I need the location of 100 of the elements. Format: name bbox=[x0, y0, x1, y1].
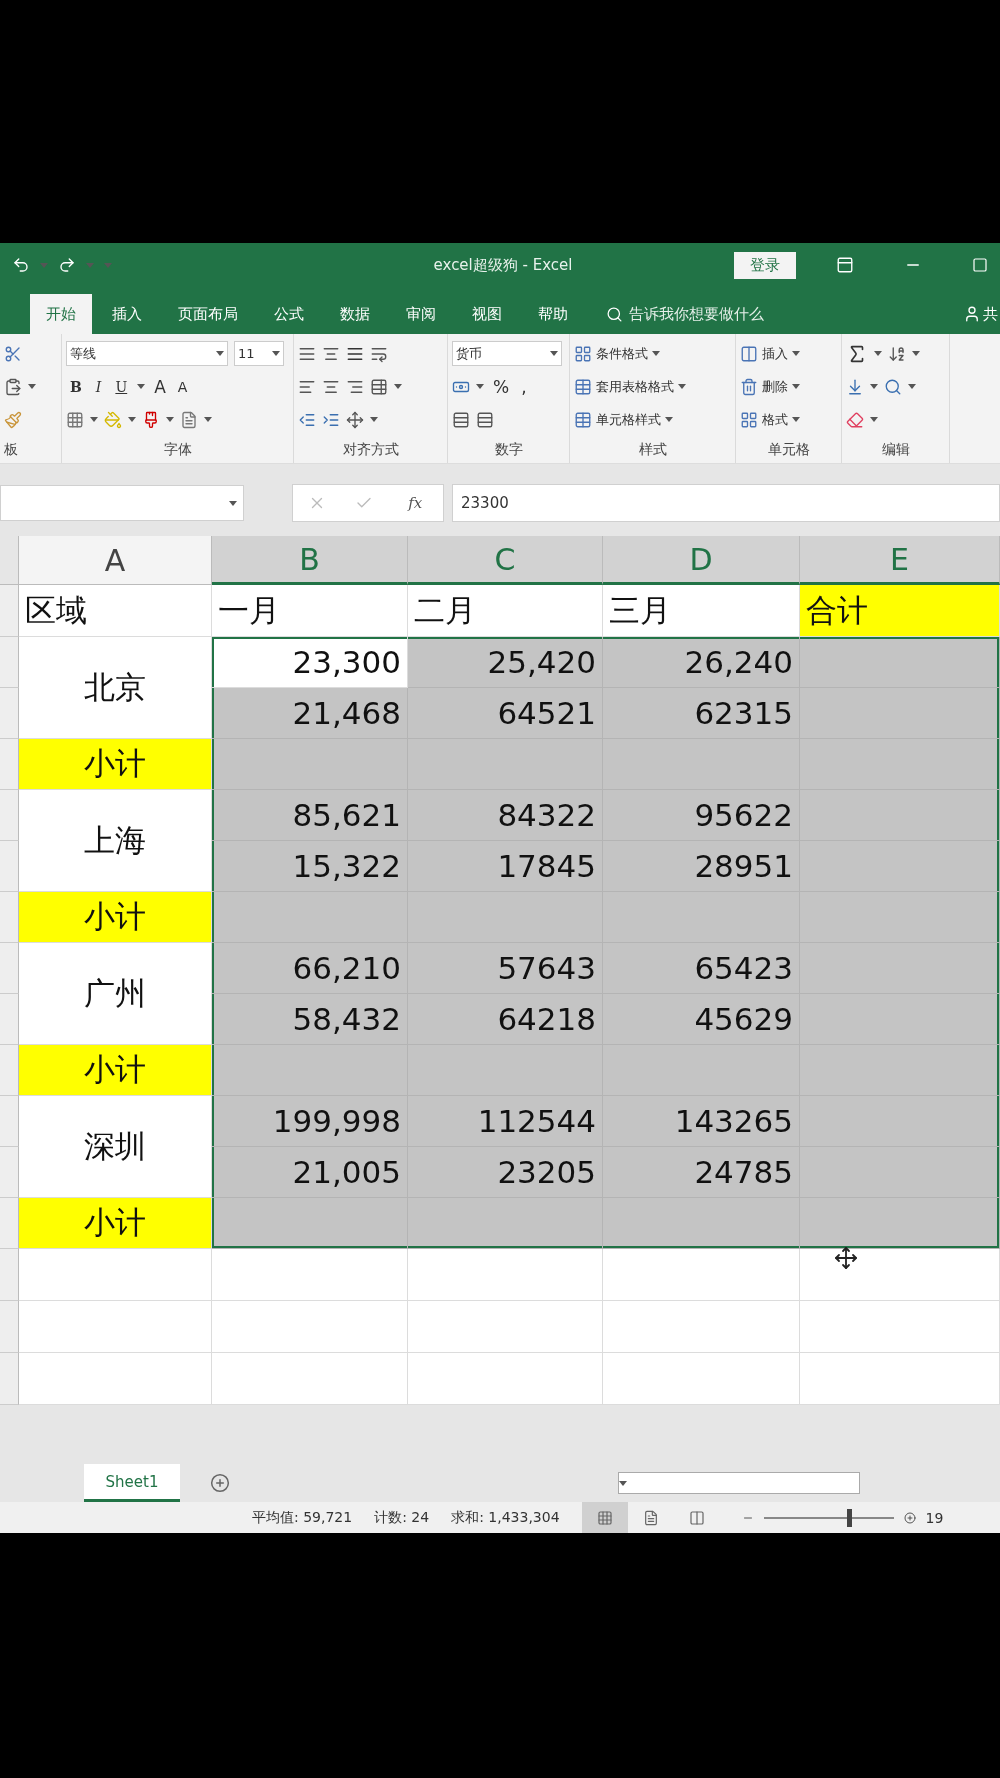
increase-decimal-icon[interactable] bbox=[452, 410, 470, 429]
share-button[interactable]: 共 bbox=[957, 294, 1000, 335]
sheet-tab[interactable]: Sheet1 bbox=[84, 1464, 180, 1502]
format-button[interactable]: B bbox=[66, 378, 86, 395]
caret-icon[interactable] bbox=[476, 384, 484, 390]
ribbon-tab[interactable]: 公式 bbox=[258, 294, 320, 335]
caret-icon[interactable] bbox=[912, 351, 920, 357]
redo-icon[interactable] bbox=[58, 256, 76, 275]
caret-icon[interactable] bbox=[792, 351, 800, 357]
login-button[interactable]: 登录 bbox=[734, 251, 796, 279]
copy-icon[interactable] bbox=[4, 377, 22, 396]
cells-button[interactable]: 格式 bbox=[740, 406, 837, 434]
horizontal-scrollbar[interactable] bbox=[618, 1472, 860, 1495]
table-cell: 北京 bbox=[19, 637, 212, 740]
ribbon-tab[interactable]: 页面布局 bbox=[162, 294, 254, 335]
caret-icon[interactable] bbox=[550, 351, 558, 357]
search-icon[interactable] bbox=[884, 377, 902, 396]
column-header[interactable]: B bbox=[212, 536, 408, 586]
orientation-icon[interactable] bbox=[346, 410, 364, 429]
styles-button[interactable]: 套用表格格式 bbox=[574, 373, 731, 401]
caret-icon[interactable] bbox=[216, 351, 224, 357]
format-button[interactable]: I bbox=[91, 378, 106, 395]
caret-icon[interactable] bbox=[137, 384, 146, 390]
tell-me-search[interactable]: 告诉我你想要做什么 bbox=[600, 294, 770, 335]
caret-icon[interactable] bbox=[870, 384, 878, 390]
sort-icon[interactable] bbox=[888, 344, 906, 363]
column-header[interactable]: A bbox=[19, 536, 212, 586]
caret-icon[interactable] bbox=[792, 384, 800, 390]
add-sheet-icon[interactable] bbox=[210, 1473, 230, 1494]
caret-icon[interactable] bbox=[792, 417, 800, 423]
column-header[interactable]: E bbox=[800, 536, 1000, 586]
table-cell: 15,322 bbox=[212, 841, 408, 893]
caret-icon[interactable] bbox=[370, 417, 378, 423]
formula-field[interactable]: 23300 bbox=[452, 484, 1000, 523]
insert-function-button[interactable]: fx bbox=[402, 493, 429, 514]
caret-icon[interactable] bbox=[870, 417, 878, 423]
cells-icon bbox=[740, 344, 758, 363]
maximize-icon[interactable] bbox=[972, 257, 988, 274]
caret-icon[interactable] bbox=[619, 1480, 627, 1486]
group-label: 对齐方式 bbox=[341, 440, 400, 459]
table-cell: 24785 bbox=[603, 1147, 800, 1199]
merge-icon[interactable] bbox=[370, 377, 388, 396]
eraser-icon[interactable] bbox=[846, 410, 864, 429]
caret-icon[interactable] bbox=[28, 384, 36, 390]
column-header[interactable]: D bbox=[603, 536, 800, 586]
format-button[interactable]: U bbox=[111, 378, 132, 395]
caret-icon[interactable] bbox=[678, 384, 686, 390]
styles-button[interactable]: 单元格样式 bbox=[574, 406, 731, 434]
caret-icon[interactable] bbox=[166, 417, 174, 423]
status-sum: 求和: 1,433,304 bbox=[451, 1508, 560, 1527]
ribbon-tab[interactable]: 帮助 bbox=[522, 294, 584, 335]
caret-icon[interactable] bbox=[90, 417, 98, 423]
table-cell: 21,468 bbox=[212, 688, 408, 740]
font-size-field[interactable]: 11 bbox=[234, 341, 284, 367]
shrink-font-button[interactable]: A bbox=[174, 378, 191, 395]
fill-color-icon[interactable] bbox=[104, 410, 122, 429]
ribbon-tab[interactable]: 视图 bbox=[456, 294, 518, 335]
percent-button[interactable]: % bbox=[490, 376, 513, 397]
zoom-in-icon[interactable] bbox=[903, 1511, 916, 1524]
cells-button[interactable]: 插入 bbox=[740, 340, 837, 368]
decrease-decimal-icon[interactable] bbox=[476, 410, 494, 429]
slider-thumb[interactable] bbox=[846, 1508, 852, 1527]
table-cell: 45629 bbox=[603, 994, 800, 1046]
table-cell: 66,210 bbox=[212, 943, 408, 995]
ribbon-tab[interactable]: 插入 bbox=[96, 294, 158, 335]
caret-icon[interactable] bbox=[665, 417, 673, 423]
table-cell: 199,998 bbox=[212, 1096, 408, 1148]
phonetic-icon[interactable] bbox=[180, 410, 198, 429]
caret-icon[interactable] bbox=[908, 384, 916, 390]
window-title: excel超级狗 - Excel bbox=[432, 255, 574, 275]
caret-icon[interactable] bbox=[128, 417, 136, 423]
caret-icon[interactable] bbox=[874, 351, 882, 357]
number-format-field[interactable]: 货币 bbox=[452, 341, 562, 367]
font-color-icon[interactable] bbox=[142, 410, 160, 429]
status-average: 平均值: 59,721 bbox=[252, 1508, 353, 1527]
borders-icon[interactable] bbox=[66, 410, 84, 429]
fill-down-icon[interactable] bbox=[846, 377, 864, 396]
undo-icon[interactable] bbox=[12, 256, 30, 275]
ribbon-tab[interactable]: 开始 bbox=[30, 294, 92, 335]
ribbon-display-icon[interactable] bbox=[836, 256, 854, 275]
normal-view-button[interactable] bbox=[581, 1502, 628, 1533]
caret-icon[interactable] bbox=[652, 351, 660, 357]
styles-button[interactable]: 条件格式 bbox=[574, 340, 731, 368]
ribbon-tab[interactable]: 数据 bbox=[324, 294, 386, 335]
column-header[interactable]: C bbox=[408, 536, 603, 586]
comma-button[interactable]: , bbox=[518, 376, 530, 397]
table-cell: 合计 bbox=[800, 585, 1000, 638]
caret-icon[interactable] bbox=[394, 384, 402, 390]
table-cell: 上海 bbox=[19, 790, 212, 893]
caret-icon[interactable] bbox=[229, 500, 237, 506]
caret-icon[interactable] bbox=[204, 417, 212, 423]
cells-icon bbox=[740, 377, 758, 396]
cells-button[interactable]: 删除 bbox=[740, 373, 837, 401]
grow-font-button[interactable]: A bbox=[151, 376, 169, 397]
page-icon bbox=[642, 1509, 659, 1526]
table-style-icon bbox=[574, 410, 592, 429]
ribbon-tab[interactable]: 审阅 bbox=[390, 294, 452, 335]
font-name-field[interactable]: 等线 bbox=[66, 341, 228, 367]
scissors-icon[interactable] bbox=[4, 344, 22, 363]
caret-icon[interactable] bbox=[272, 351, 280, 357]
